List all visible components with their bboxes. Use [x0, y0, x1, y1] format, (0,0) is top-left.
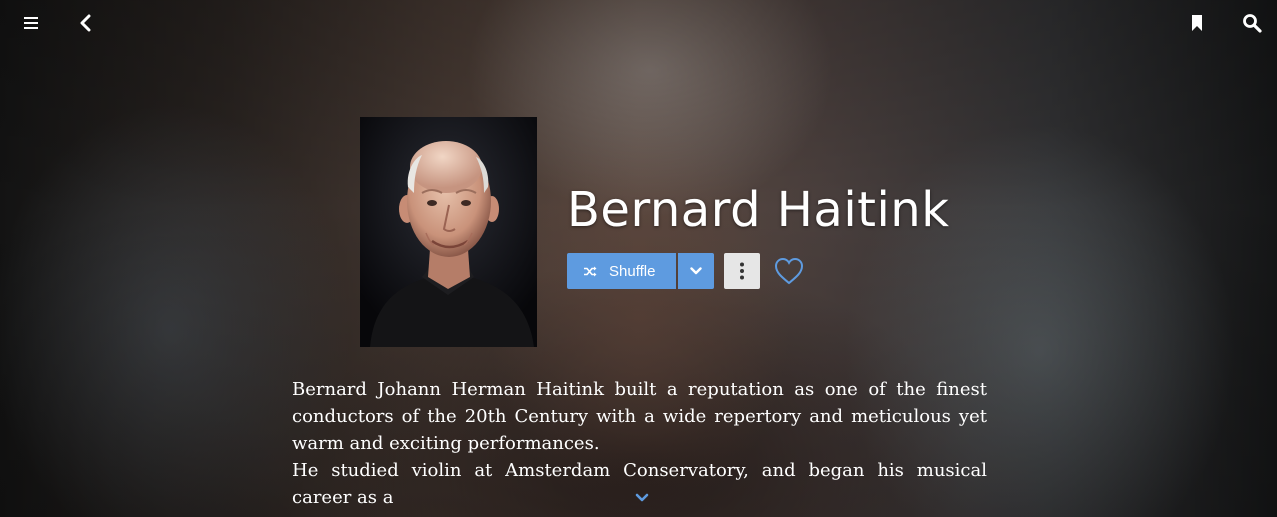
artist-photo: [360, 117, 537, 347]
chevron-down-icon: [690, 267, 702, 275]
hamburger-menu-icon[interactable]: [16, 8, 46, 38]
more-options-button[interactable]: [724, 253, 760, 289]
bookmark-icon[interactable]: [1182, 8, 1212, 38]
search-icon[interactable]: [1237, 8, 1267, 38]
artist-portrait: [360, 117, 537, 347]
favorite-button[interactable]: [771, 254, 807, 288]
heart-outline-icon: [774, 257, 804, 285]
expand-bio-button[interactable]: [633, 489, 651, 505]
shuffle-options-button[interactable]: [678, 253, 714, 289]
artist-page: Bernard Haitink Shuffle Bernard Johann H…: [0, 0, 1277, 517]
bio-paragraph: Bernard Johann Herman Haitink built a re…: [292, 379, 987, 454]
artist-name: Bernard Haitink: [567, 182, 950, 238]
shuffle-label: Shuffle: [609, 262, 656, 280]
shuffle-button[interactable]: Shuffle: [567, 253, 676, 289]
back-chevron-left-icon[interactable]: [71, 8, 101, 38]
chevron-down-icon: [635, 493, 649, 501]
vertical-dots-icon: [740, 262, 744, 280]
shuffle-icon: [584, 266, 597, 277]
